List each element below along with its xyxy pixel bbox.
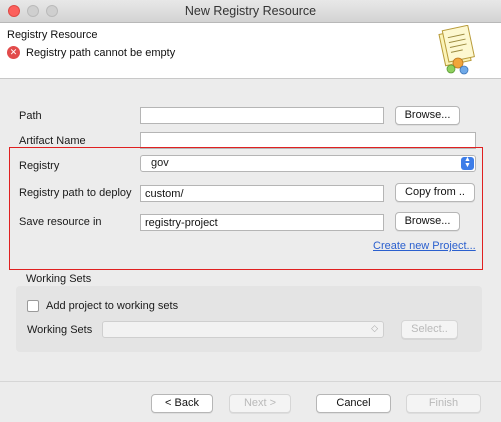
cancel-button[interactable]: Cancel xyxy=(316,394,391,413)
copy-from-button[interactable]: Copy from .. xyxy=(395,183,475,202)
registry-wizard-icon xyxy=(438,25,475,75)
add-to-working-sets-checkbox[interactable] xyxy=(27,300,39,312)
path-browse-button[interactable]: Browse... xyxy=(395,106,460,125)
wizard-header: Registry Resource ✕ Registry path cannot… xyxy=(0,23,501,79)
registry-path-label: Registry path to deploy xyxy=(19,187,132,199)
registry-label: Registry xyxy=(19,160,60,172)
window-titlebar: New Registry Resource xyxy=(0,0,501,23)
working-sets-group xyxy=(16,286,482,352)
footer-divider xyxy=(0,381,501,382)
updown-chevron-icon: ◇ xyxy=(371,323,378,333)
save-resource-browse-button[interactable]: Browse... xyxy=(395,212,460,231)
error-message: Registry path cannot be empty xyxy=(26,47,176,59)
window-title: New Registry Resource xyxy=(184,4,317,18)
updown-chevron-icon: ▲ ▼ xyxy=(461,156,474,170)
registry-path-input[interactable] xyxy=(140,185,384,202)
create-new-project-link[interactable]: Create new Project... xyxy=(373,240,476,252)
back-button[interactable]: < Back xyxy=(151,394,213,413)
finish-button[interactable]: Finish xyxy=(406,394,481,413)
path-input[interactable] xyxy=(140,107,384,124)
save-resource-input[interactable] xyxy=(140,214,384,231)
working-sets-label: Working Sets xyxy=(27,324,93,336)
registry-selected-value: gov xyxy=(151,157,169,169)
page-title: Registry Resource xyxy=(7,29,98,41)
path-label: Path xyxy=(19,110,42,122)
artifact-name-label: Artifact Name xyxy=(19,135,86,147)
add-to-working-sets-label: Add project to working sets xyxy=(46,300,179,312)
next-button[interactable]: Next > xyxy=(229,394,291,413)
error-x-icon: ✕ xyxy=(7,46,20,59)
working-sets-select[interactable]: ◇ xyxy=(102,321,384,338)
save-resource-label: Save resource in xyxy=(19,216,102,228)
registry-select[interactable]: gov ▲ ▼ xyxy=(140,155,476,172)
working-sets-section-title: Working Sets xyxy=(26,273,92,285)
select-working-sets-button[interactable]: Select.. xyxy=(401,320,458,339)
